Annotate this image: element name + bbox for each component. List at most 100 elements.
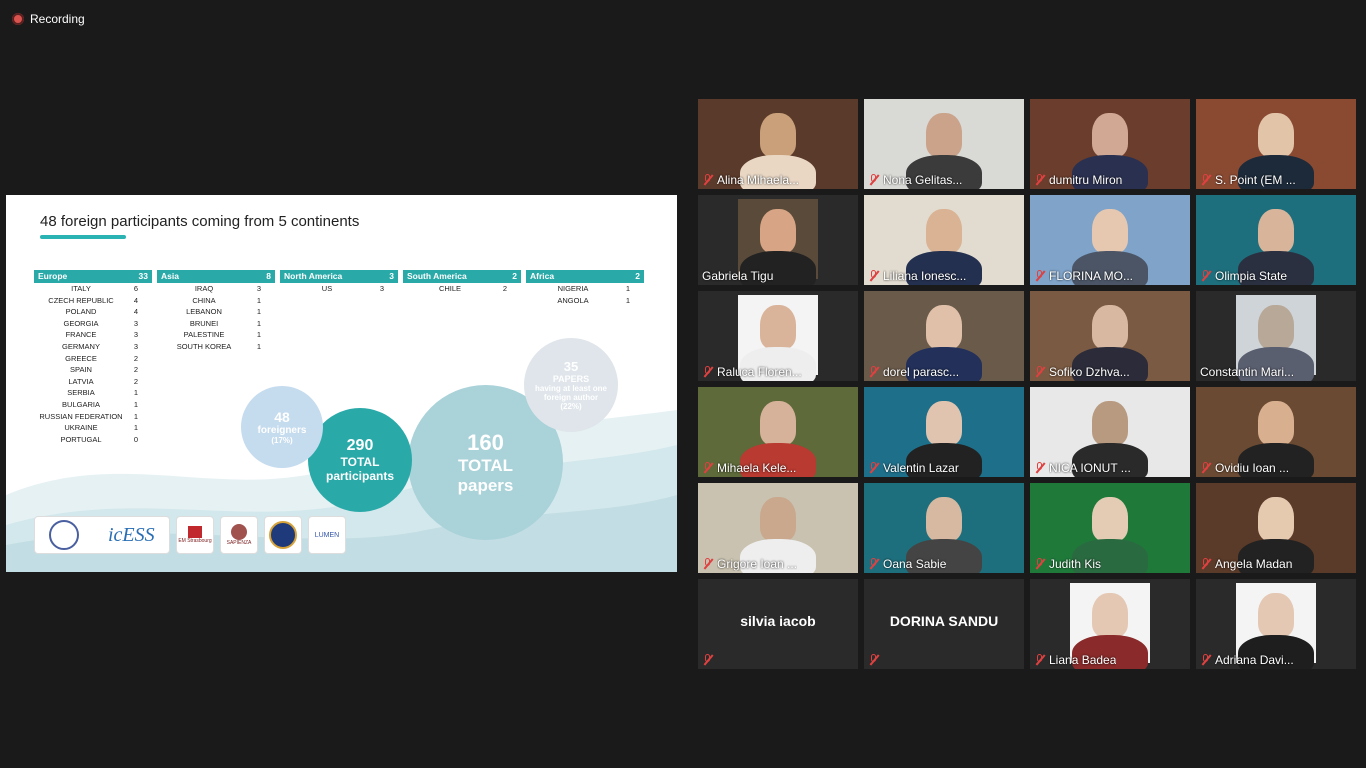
mic-muted-icon [702, 654, 713, 666]
participant-tile[interactable]: Angela Madan [1196, 483, 1356, 573]
country-name: RUSSIAN FEDERATION [39, 411, 123, 421]
country-name: BULGARIA [62, 399, 100, 409]
country-row: LATVIA 2 [34, 376, 152, 388]
participant-name-label: Adriana Davi... [1200, 652, 1352, 668]
country-name: LEBANON [186, 307, 222, 317]
participant-name-label: Constantin Mari... [1200, 364, 1352, 380]
country-name: UKRAINE [64, 423, 98, 433]
region-header: South America 2 [403, 270, 521, 283]
crest-logo [264, 516, 302, 554]
country-row: SPAIN 2 [34, 364, 152, 376]
lumen-logo: LUMEN [308, 516, 346, 554]
recording-icon [12, 13, 24, 25]
participant-name: Liana Badea [1049, 653, 1117, 667]
region-header: Africa 2 [526, 270, 644, 283]
participant-name-label [868, 652, 1020, 668]
mic-muted-icon [702, 558, 713, 570]
participant-tile[interactable]: Nona Gelitas... [864, 99, 1024, 189]
sapienza-logo: SAPIENZA [220, 516, 258, 554]
country-count: 2 [133, 353, 138, 363]
participant-name: Nona Gelitas... [883, 173, 963, 187]
participants-label1: TOTAL [340, 455, 380, 469]
participant-tile[interactable]: Mihaela Kele... [698, 387, 858, 477]
mic-muted-icon [1034, 174, 1045, 186]
participant-tile[interactable]: FLORINA MO... [1030, 195, 1190, 285]
foreigners-bubble: 48 foreigners (17%) [241, 386, 323, 468]
region-total: 3 [389, 271, 394, 281]
participant-tile[interactable]: Adriana Davi... [1196, 579, 1356, 669]
country-row: PALESTINE 1 [157, 329, 275, 341]
country-row: ITALY 6 [34, 283, 152, 295]
mic-muted-icon [1034, 462, 1045, 474]
participant-tile[interactable]: silvia iacob [698, 579, 858, 669]
country-name: FRANCE [65, 330, 97, 340]
participant-tile[interactable]: DORINA SANDU [864, 579, 1024, 669]
participant-name: Raluca Floren... [717, 365, 802, 379]
participant-name-label: Nona Gelitas... [868, 172, 1020, 188]
country-count: 1 [256, 307, 261, 317]
participant-name-label: Mihaela Kele... [702, 460, 854, 476]
country-count: 1 [133, 423, 138, 433]
participant-name: Gabriela Tigu [702, 269, 774, 283]
participant-tile[interactable]: Judith Kis [1030, 483, 1190, 573]
country-name: POLAND [65, 307, 97, 317]
participant-name: Grigore Ioan ... [717, 557, 798, 571]
participant-tile[interactable]: dumitru Miron [1030, 99, 1190, 189]
foreign-papers-label1: PAPERS [552, 374, 590, 384]
participant-tile[interactable]: Sofiko Dzhva... [1030, 291, 1190, 381]
participant-tile[interactable]: dorel parasc... [864, 291, 1024, 381]
participant-name: Liliana Ionesc... [883, 269, 967, 283]
mic-muted-icon [1200, 558, 1211, 570]
country-row: LEBANON 1 [157, 306, 275, 318]
participant-tile[interactable]: Oana Sabie [864, 483, 1024, 573]
country-count: 0 [133, 434, 138, 444]
mic-muted-icon [1200, 270, 1211, 282]
participant-name: Constantin Mari... [1200, 365, 1295, 379]
participant-tile[interactable]: Grigore Ioan ... [698, 483, 858, 573]
country-count: 1 [133, 399, 138, 409]
region-total: 33 [138, 271, 148, 281]
participant-display-name: DORINA SANDU [889, 613, 999, 629]
participant-tile[interactable]: Ovidiu Ioan ... [1196, 387, 1356, 477]
participant-tile[interactable]: Valentin Lazar [864, 387, 1024, 477]
country-name: GREECE [65, 353, 97, 363]
participants-label2: participants [325, 469, 394, 483]
participant-name: Mihaela Kele... [717, 461, 797, 475]
country-row: BULGARIA 1 [34, 399, 152, 411]
participant-tile[interactable]: Liana Badea [1030, 579, 1190, 669]
partner-logos: icESS EM Strasbourg SAPIENZA LUMEN [34, 515, 346, 555]
foreign-papers-pct: (22%) [560, 402, 582, 411]
region-name: Africa [530, 271, 555, 281]
country-row: SOUTH KOREA 1 [157, 341, 275, 353]
em-strasbourg-logo: EM Strasbourg [176, 516, 214, 554]
region-table: North America 3 US 3 [280, 270, 398, 295]
country-count: 3 [256, 284, 261, 293]
country-row: IRAQ 3 [157, 283, 275, 295]
country-name: CHILE [438, 284, 462, 293]
participant-tile[interactable]: Olimpia State [1196, 195, 1356, 285]
region-table: Europe 33 ITALY 6 CZECH REPUBLIC 4 POLAND 4 GEOR… [34, 270, 152, 445]
participant-tile[interactable]: Raluca Floren... [698, 291, 858, 381]
participant-tile[interactable]: Alina Mihaela... [698, 99, 858, 189]
country-name: SPAIN [70, 365, 92, 375]
participant-tile[interactable]: Gabriela Tigu [698, 195, 858, 285]
participant-tile[interactable]: Constantin Mari... [1196, 291, 1356, 381]
country-row: RUSSIAN FEDERATION 1 [34, 411, 152, 423]
participant-name-label: Grigore Ioan ... [702, 556, 854, 572]
participant-name: Oana Sabie [883, 557, 947, 571]
foreigners-pct: (17%) [271, 436, 293, 445]
recording-indicator[interactable]: Recording [12, 12, 85, 26]
participant-tile[interactable]: S. Point (EM ... [1196, 99, 1356, 189]
sapienza-logo-text: SAPIENZA [226, 540, 252, 546]
country-name: CHINA [192, 295, 216, 305]
university-seal-icon [49, 520, 80, 550]
participant-tile[interactable]: NICA IONUT ... [1030, 387, 1190, 477]
participant-tile[interactable]: Liliana Ionesc... [864, 195, 1024, 285]
region-header: North America 3 [280, 270, 398, 283]
country-name: US [321, 284, 333, 293]
country-row: CZECH REPUBLIC 4 [34, 295, 152, 307]
mic-muted-icon [868, 366, 879, 378]
participant-name: NICA IONUT ... [1049, 461, 1131, 475]
country-count: 4 [133, 295, 138, 305]
country-row: SERBIA 1 [34, 387, 152, 399]
